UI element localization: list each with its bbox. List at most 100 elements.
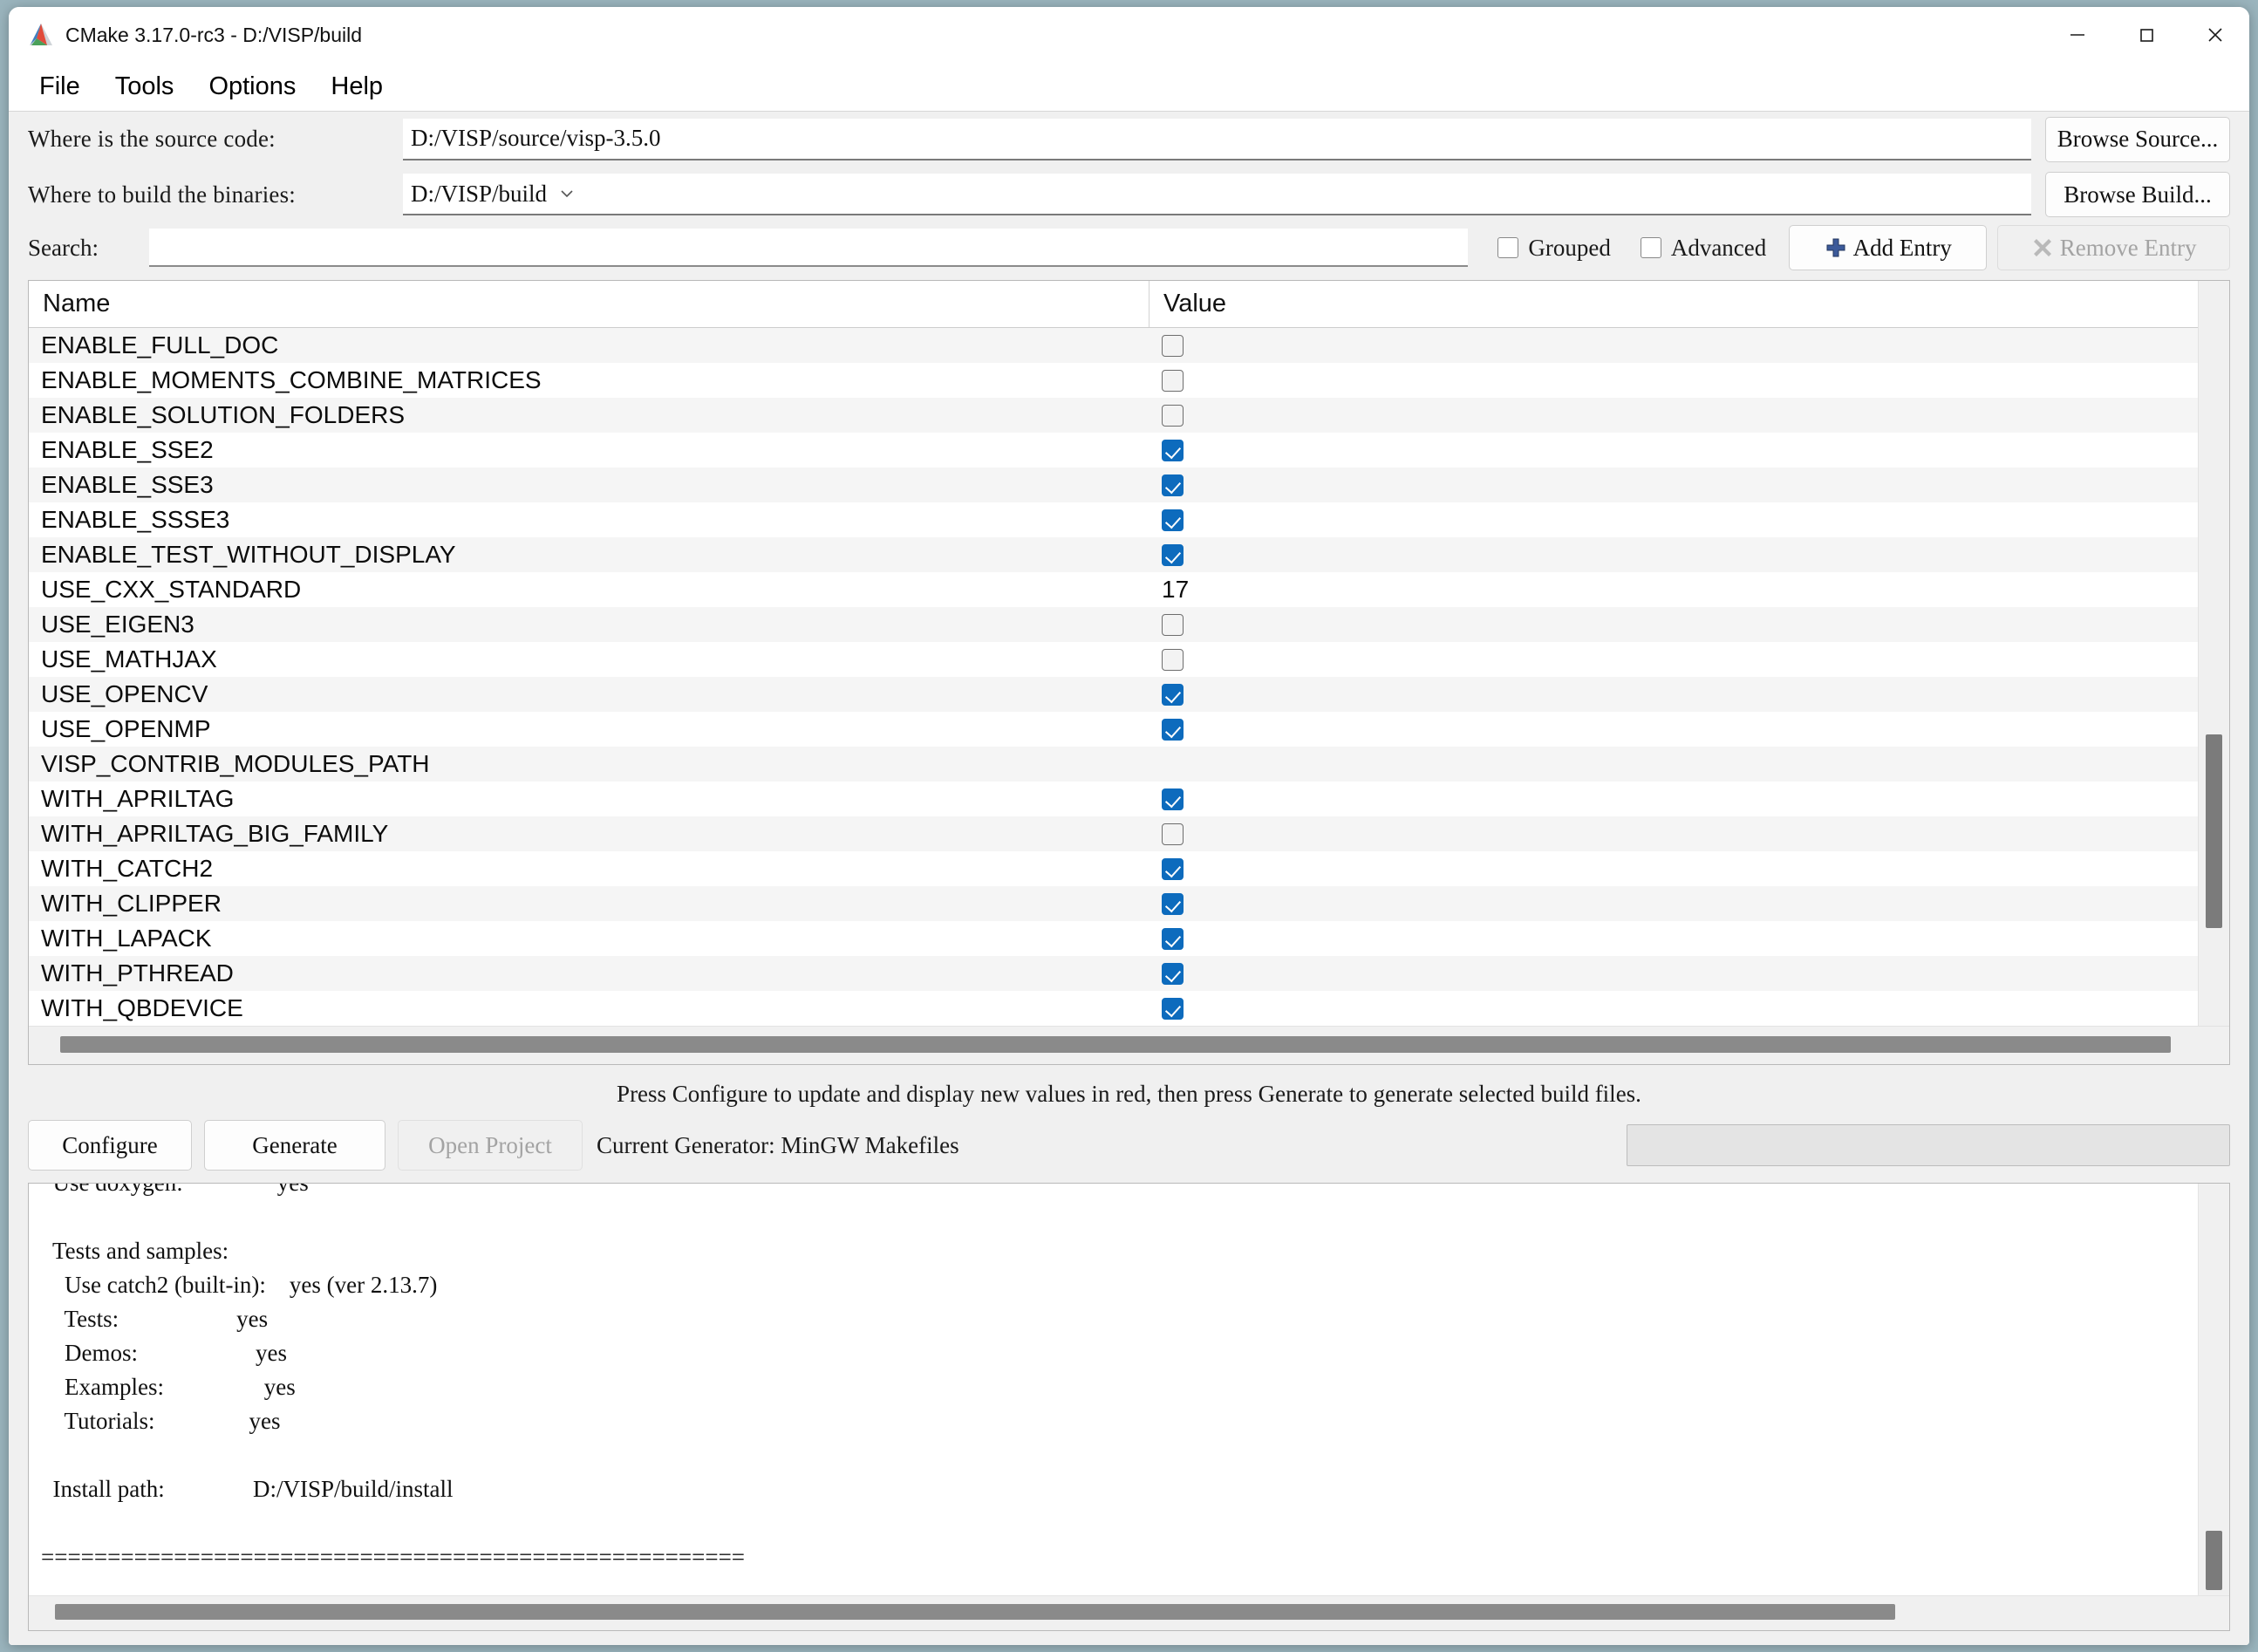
table-cell-value[interactable]	[1149, 963, 2198, 985]
value-checkbox[interactable]	[1162, 963, 1184, 985]
value-checkbox[interactable]	[1162, 858, 1184, 880]
value-checkbox[interactable]	[1162, 544, 1184, 566]
log-vertical-scrollbar[interactable]	[2198, 1184, 2229, 1595]
table-row[interactable]: USE_CXX_STANDARD17	[29, 572, 2198, 607]
advanced-checkbox[interactable]: Advanced	[1641, 235, 1766, 262]
table-cell-value[interactable]	[1149, 858, 2198, 880]
browse-build-button[interactable]: Browse Build...	[2045, 172, 2230, 217]
table-cell-value[interactable]	[1149, 405, 2198, 427]
table-cell-value[interactable]	[1149, 440, 2198, 461]
table-row[interactable]: WITH_APRILTAG	[29, 782, 2198, 816]
log-horizontal-scrollbar[interactable]	[29, 1595, 2229, 1630]
value-checkbox[interactable]	[1162, 335, 1184, 357]
table-row[interactable]: WITH_PTHREAD	[29, 956, 2198, 991]
build-path-label: Where to build the binaries:	[28, 181, 403, 208]
log-horizontal-scroll-thumb[interactable]	[55, 1604, 1895, 1620]
open-project-button[interactable]: Open Project	[398, 1120, 583, 1171]
table-cell-value[interactable]	[1149, 684, 2198, 706]
table-cell-value[interactable]	[1149, 474, 2198, 496]
close-button[interactable]	[2180, 7, 2249, 63]
value-checkbox[interactable]	[1162, 928, 1184, 950]
table-row[interactable]: USE_OPENCV	[29, 677, 2198, 712]
source-path-row: Where is the source code: D:/VISP/source…	[9, 112, 2249, 167]
table-cell-name: WITH_PTHREAD	[29, 959, 1149, 987]
value-checkbox[interactable]	[1162, 440, 1184, 461]
menu-file[interactable]: File	[24, 69, 95, 105]
browse-source-button[interactable]: Browse Source...	[2045, 117, 2230, 162]
build-path-field[interactable]: D:/VISP/build	[403, 174, 2031, 215]
table-cell-value[interactable]	[1149, 544, 2198, 566]
table-row[interactable]: ENABLE_SSE3	[29, 468, 2198, 502]
grouped-checkbox-box[interactable]	[1497, 237, 1518, 258]
table-cell-value[interactable]	[1149, 719, 2198, 741]
table-cell-value[interactable]	[1149, 893, 2198, 915]
plus-icon	[1825, 236, 1847, 259]
value-checkbox[interactable]	[1162, 998, 1184, 1020]
table-row[interactable]: WITH_CATCH2	[29, 851, 2198, 886]
cache-table-vertical-scroll-thumb[interactable]	[2206, 734, 2222, 928]
table-row[interactable]: WITH_CLIPPER	[29, 886, 2198, 921]
table-row[interactable]: USE_MATHJAX	[29, 642, 2198, 677]
add-entry-button[interactable]: Add Entry	[1789, 225, 1987, 270]
grouped-checkbox-label: Grouped	[1528, 235, 1610, 262]
table-cell-value[interactable]	[1149, 788, 2198, 810]
table-cell-value[interactable]	[1149, 509, 2198, 531]
table-row[interactable]: WITH_QBDEVICE	[29, 991, 2198, 1026]
column-header-name[interactable]: Name	[29, 281, 1149, 327]
configure-button[interactable]: Configure	[28, 1120, 192, 1171]
menu-tools[interactable]: Tools	[100, 69, 189, 105]
value-checkbox[interactable]	[1162, 893, 1184, 915]
menu-help[interactable]: Help	[316, 69, 398, 105]
value-checkbox[interactable]	[1162, 509, 1184, 531]
value-checkbox[interactable]	[1162, 405, 1184, 427]
table-cell-value[interactable]: 17	[1149, 576, 2198, 604]
value-checkbox[interactable]	[1162, 788, 1184, 810]
cache-table-vertical-scrollbar[interactable]	[2198, 281, 2229, 1026]
table-cell-value[interactable]	[1149, 823, 2198, 845]
search-input[interactable]	[149, 229, 1468, 267]
table-cell-value[interactable]	[1149, 370, 2198, 392]
table-cell-name: USE_OPENCV	[29, 680, 1149, 708]
generate-button[interactable]: Generate	[204, 1120, 385, 1171]
table-row[interactable]: WITH_LAPACK	[29, 921, 2198, 956]
column-header-value[interactable]: Value	[1149, 281, 2198, 327]
maximize-button[interactable]	[2111, 7, 2180, 63]
value-checkbox[interactable]	[1162, 719, 1184, 741]
table-cell-value[interactable]	[1149, 649, 2198, 671]
table-row[interactable]: WITH_APRILTAG_BIG_FAMILY	[29, 816, 2198, 851]
cache-table-scroll-area: Name Value ENABLE_FULL_DOCENABLE_MOMENTS…	[29, 281, 2229, 1026]
table-row[interactable]: ENABLE_SOLUTION_FOLDERS	[29, 398, 2198, 433]
table-cell-value[interactable]	[1149, 928, 2198, 950]
search-row: Search: Grouped Advanced Add Entry	[9, 222, 2249, 273]
table-cell-name: ENABLE_SSE2	[29, 436, 1149, 464]
table-row[interactable]: ENABLE_SSSE3	[29, 502, 2198, 537]
menu-options[interactable]: Options	[194, 69, 310, 105]
value-checkbox[interactable]	[1162, 684, 1184, 706]
table-cell-name: WITH_CLIPPER	[29, 890, 1149, 918]
cache-table-horizontal-scrollbar[interactable]	[29, 1026, 2229, 1064]
value-checkbox[interactable]	[1162, 614, 1184, 636]
table-row[interactable]: ENABLE_FULL_DOC	[29, 328, 2198, 363]
chevron-down-icon[interactable]	[547, 174, 587, 214]
table-cell-value[interactable]	[1149, 335, 2198, 357]
table-row[interactable]: ENABLE_MOMENTS_COMBINE_MATRICES	[29, 363, 2198, 398]
table-cell-name: USE_OPENMP	[29, 715, 1149, 743]
table-row[interactable]: ENABLE_SSE2	[29, 433, 2198, 468]
value-checkbox[interactable]	[1162, 649, 1184, 671]
value-checkbox[interactable]	[1162, 370, 1184, 392]
table-row[interactable]: USE_OPENMP	[29, 712, 2198, 747]
log-vertical-scroll-thumb[interactable]	[2206, 1531, 2222, 1590]
minimize-button[interactable]	[2043, 7, 2111, 63]
value-checkbox[interactable]	[1162, 823, 1184, 845]
cache-table-horizontal-scroll-thumb[interactable]	[60, 1036, 2171, 1053]
table-cell-value[interactable]	[1149, 998, 2198, 1020]
grouped-checkbox[interactable]: Grouped	[1497, 235, 1610, 262]
remove-entry-button[interactable]: Remove Entry	[1997, 225, 2230, 270]
table-row[interactable]: USE_EIGEN3	[29, 607, 2198, 642]
table-cell-value[interactable]	[1149, 614, 2198, 636]
value-checkbox[interactable]	[1162, 474, 1184, 496]
advanced-checkbox-box[interactable]	[1641, 237, 1661, 258]
table-row[interactable]: ENABLE_TEST_WITHOUT_DISPLAY	[29, 537, 2198, 572]
table-row[interactable]: VISP_CONTRIB_MODULES_PATH	[29, 747, 2198, 782]
source-path-field[interactable]: D:/VISP/source/visp-3.5.0	[403, 119, 2031, 160]
